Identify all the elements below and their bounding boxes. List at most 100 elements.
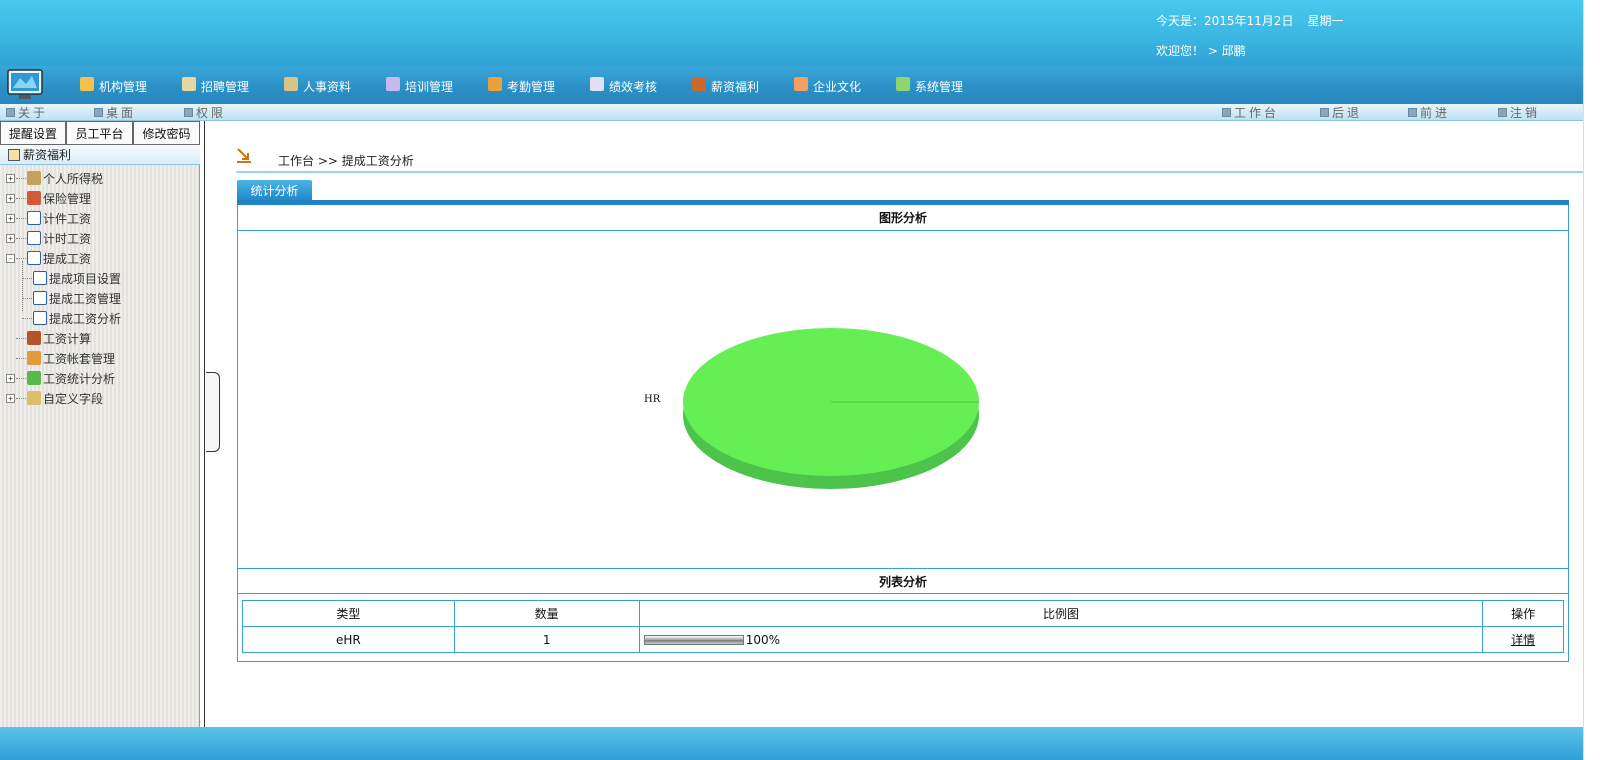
toolbar-forward[interactable]: 前进	[1408, 105, 1450, 120]
toolbar-forward-label: 前进	[1420, 106, 1451, 120]
cell-count: 1	[453, 626, 640, 653]
tree-item-hourly-wage[interactable]: + 计时工资	[6, 229, 91, 247]
toolbar-desktop-label: 桌面	[106, 106, 137, 120]
bar-chart-icon	[27, 371, 41, 385]
col-ratio: 比例图	[638, 600, 1484, 627]
toolbar-about[interactable]: 关于	[6, 105, 48, 120]
tree-item-commission-wage[interactable]: - 提成工资	[6, 249, 91, 267]
nav-performance[interactable]: 绩效考核	[590, 76, 657, 96]
tree-item-piece-wage[interactable]: + 计件工资	[6, 209, 91, 227]
tab-statistics[interactable]: 统计分析	[237, 180, 312, 200]
page-icon	[27, 211, 41, 225]
recruit-icon	[182, 77, 196, 91]
tree-item-custom-fields[interactable]: + 自定义字段	[6, 389, 103, 407]
sidebar-title-label: 薪资福利	[23, 148, 72, 162]
expand-icon[interactable]: +	[6, 393, 15, 403]
main-content: 工作台 >> 提成工资分析 统计分析 图形分析 HR 列表分析 类型 数量 比例…	[220, 121, 1584, 727]
expand-icon[interactable]: +	[6, 233, 15, 243]
ratio-percent: 100%	[745, 632, 781, 647]
toolbar-workbench[interactable]: 工作台	[1222, 105, 1279, 120]
analysis-panel: 图形分析 HR 列表分析 类型 数量 比例图 操作 eHR 1 100% 详情	[237, 205, 1569, 662]
home-icon	[1222, 108, 1231, 117]
breadcrumb-arrow-icon	[237, 148, 251, 163]
sidebar-button-row: 提醒设置 员工平台 修改密码	[0, 121, 200, 145]
breadcrumb-divider	[236, 171, 1584, 173]
nav-personnel[interactable]: 人事资料	[284, 76, 351, 96]
toolbar-permission[interactable]: 权限	[184, 105, 226, 120]
nav-attendance[interactable]: 考勤管理	[488, 76, 555, 96]
col-type: 类型	[242, 600, 455, 627]
cell-ratio: 100%	[638, 626, 1484, 653]
pie-label-hr: HR	[644, 394, 661, 405]
expand-icon[interactable]: +	[6, 373, 15, 383]
expand-icon[interactable]: +	[6, 173, 15, 183]
toolbar-back[interactable]: 后退	[1320, 105, 1362, 120]
date-text: 今天是：2015年11月2日	[1156, 14, 1294, 28]
quick-toolbar: 关于 桌面 权限 工作台 后退 前进 注销	[0, 104, 1583, 121]
weekday-text: 星期一	[1307, 14, 1344, 28]
nav-training[interactable]: 培训管理	[386, 76, 453, 96]
tree-item-commission-settings[interactable]: 提成项目设置	[22, 269, 121, 287]
col-action: 操作	[1482, 600, 1564, 627]
tree-item-wage-calc[interactable]: 工资计算	[16, 329, 91, 347]
pie-chart	[683, 328, 979, 489]
tree-item-label: 工资计算	[43, 331, 92, 346]
salary-icon	[692, 77, 706, 91]
tree-item-insurance[interactable]: + 保险管理	[6, 189, 91, 207]
system-icon	[896, 77, 910, 91]
breadcrumb: 工作台 >> 提成工资分析	[278, 154, 414, 168]
nav-salary[interactable]: 薪资福利	[692, 76, 759, 96]
insurance-icon	[27, 191, 41, 205]
splitter-handle[interactable]	[206, 372, 220, 452]
tree-item-wage-stats[interactable]: + 工资统计分析	[6, 369, 115, 387]
expand-icon[interactable]: +	[6, 213, 15, 223]
tree-item-label: 工资统计分析	[43, 371, 116, 386]
list-section-header: 列表分析	[238, 568, 1568, 594]
reminder-settings-button[interactable]: 提醒设置	[0, 121, 66, 145]
tree-item-income-tax[interactable]: + 个人所得税	[6, 169, 103, 187]
chart-section-header: 图形分析	[238, 205, 1568, 231]
table-header-row: 类型 数量 比例图 操作	[242, 600, 1564, 627]
expand-icon[interactable]: +	[6, 193, 15, 203]
change-password-button[interactable]: 修改密码	[133, 121, 200, 145]
page-icon	[27, 231, 41, 245]
vertical-scrollbar[interactable]	[1583, 0, 1600, 760]
page-icon	[33, 311, 47, 325]
culture-icon	[794, 77, 808, 91]
analysis-table: 类型 数量 比例图 操作 eHR 1 100% 详情	[242, 600, 1564, 653]
employee-platform-button[interactable]: 员工平台	[66, 121, 133, 145]
toolbar-desktop[interactable]: 桌面	[94, 105, 136, 120]
nav-label: 培训管理	[405, 79, 454, 94]
nav-label: 企业文化	[813, 79, 862, 94]
tree-item-wage-accounts[interactable]: 工资帐套管理	[16, 349, 115, 367]
top-banner: 今天是：2015年11月2日 星期一 欢迎您！ > 邱鹏	[0, 0, 1583, 66]
ratio-bar	[643, 634, 744, 645]
nav-label: 机构管理	[99, 79, 148, 94]
nav-system[interactable]: 系统管理	[896, 76, 963, 96]
nav-label: 招聘管理	[201, 79, 250, 94]
tree-item-label: 计时工资	[43, 231, 92, 246]
nav-culture[interactable]: 企业文化	[794, 76, 861, 96]
nav-recruit[interactable]: 招聘管理	[182, 76, 249, 96]
tree-item-commission-management[interactable]: 提成工资管理	[22, 289, 121, 307]
org-icon	[80, 77, 94, 91]
tree-item-label: 提成项目设置	[49, 271, 122, 286]
page-icon	[33, 271, 47, 285]
tree-item-label: 自定义字段	[43, 391, 104, 406]
permission-icon	[184, 108, 193, 117]
col-count: 数量	[453, 600, 640, 627]
calculator-icon	[27, 331, 41, 345]
tree-item-commission-analysis[interactable]: 提成工资分析	[22, 309, 121, 327]
footer-bar	[0, 727, 1583, 760]
collapse-icon[interactable]: -	[6, 253, 15, 263]
forward-arrow-icon	[1408, 108, 1417, 117]
tree-item-label: 提成工资	[43, 251, 92, 266]
toolbar-permission-label: 权限	[196, 106, 227, 120]
performance-icon	[590, 77, 604, 91]
toolbar-logout[interactable]: 注销	[1498, 105, 1540, 120]
nav-org[interactable]: 机构管理	[80, 76, 147, 96]
toolbar-back-label: 后退	[1332, 106, 1363, 120]
detail-link[interactable]: 详情	[1511, 633, 1535, 647]
tree-item-label: 保险管理	[43, 191, 92, 206]
nav-label: 人事资料	[303, 79, 352, 94]
